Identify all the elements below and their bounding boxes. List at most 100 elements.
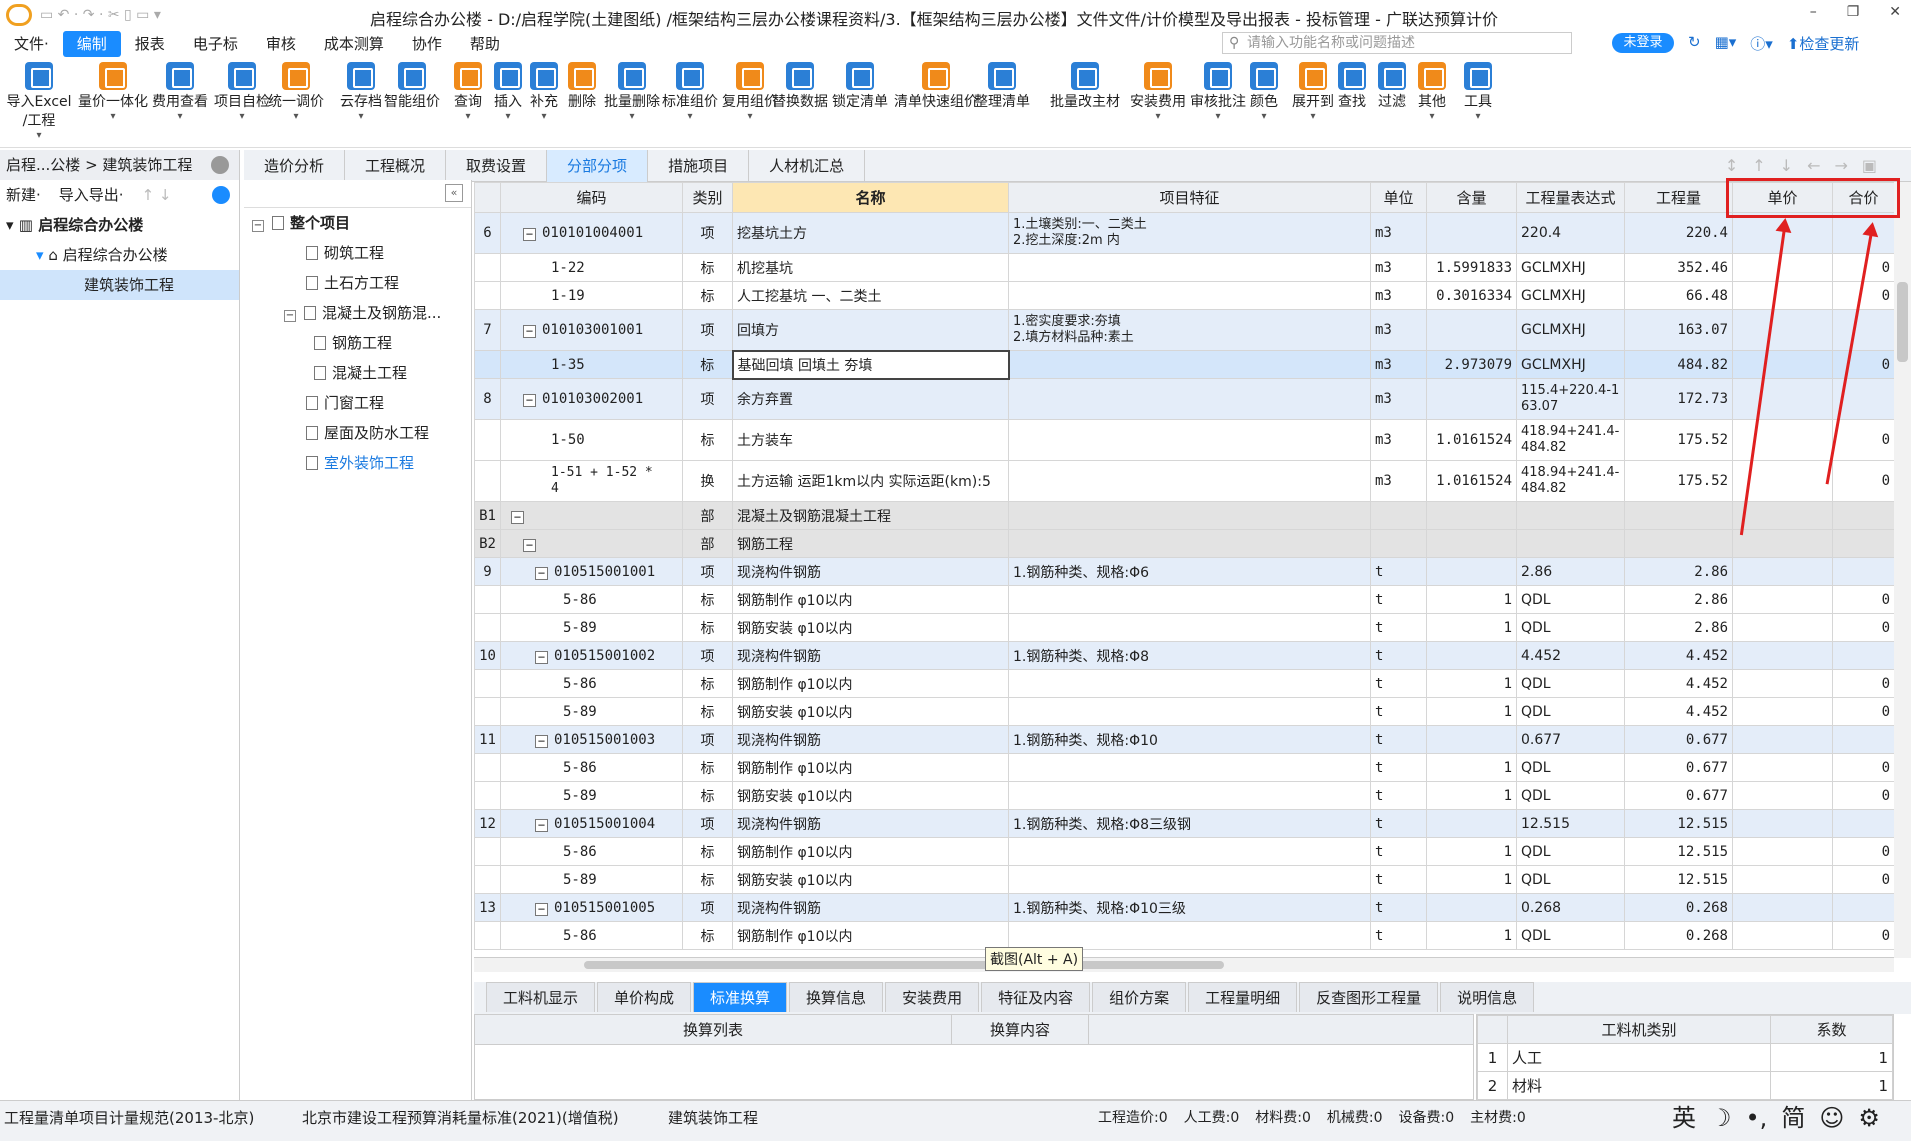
cell-features[interactable] — [1008, 419, 1371, 461]
row-move-icons[interactable]: ↕↑↓←→▣ — [1725, 156, 1891, 175]
apps-icon[interactable]: ▦▾ — [1715, 33, 1737, 54]
table-row[interactable]: 5-86 标 钢筋制作 φ10以内 t 1 QDL 0.268 0 — [474, 921, 1894, 950]
cell-unit-price[interactable] — [1732, 921, 1833, 950]
collapse-pane-icon[interactable]: « — [445, 184, 463, 202]
collapse-icon[interactable]: − — [511, 510, 524, 524]
cell-features[interactable] — [1008, 837, 1371, 866]
tree-item-7[interactable]: 屋面及防水工程 — [244, 418, 471, 448]
bottom-tab-9[interactable]: 说明信息 — [1440, 982, 1535, 1012]
cell-features[interactable] — [1008, 529, 1371, 558]
table-row[interactable]: 5-86 标 钢筋制作 φ10以内 t 1 QDL 2.86 0 — [474, 585, 1894, 614]
cell-unit-price[interactable] — [1732, 253, 1833, 282]
coef-value[interactable]: 1 — [1769, 1071, 1894, 1100]
cell-code[interactable]: −010101004001 — [500, 212, 683, 254]
cell-content[interactable] — [1426, 501, 1517, 530]
cell-quantity-expr[interactable]: QDL — [1516, 613, 1625, 642]
cell-code[interactable]: 1-51 + 1-52 * 4 — [500, 460, 683, 502]
cell-content[interactable]: 1 — [1426, 753, 1517, 782]
ribbon-button-7[interactable]: 查询 ▾ — [448, 62, 488, 122]
cell-quantity-expr[interactable]: QDL — [1516, 697, 1625, 726]
cell-name[interactable]: 机挖基坑 — [732, 253, 1009, 282]
cell-unit[interactable]: m3 — [1370, 350, 1427, 379]
cell-category[interactable]: 标 — [682, 669, 733, 698]
cell-quantity[interactable]: 2.86 — [1624, 585, 1733, 614]
tree-item-8[interactable]: 室外装饰工程 — [244, 448, 471, 478]
cell-code[interactable]: 5-86 — [500, 753, 683, 782]
menu-item-3[interactable]: 电子标 — [179, 31, 252, 57]
restore-icon[interactable]: ❐ — [1847, 4, 1860, 20]
ribbon-button-9[interactable]: 补充 ▾ — [524, 62, 564, 122]
cell-name[interactable]: 钢筋安装 φ10以内 — [732, 781, 1009, 810]
table-row[interactable]: B1 − 部 混凝土及钢筋混凝土工程 — [474, 501, 1894, 530]
cell-unit[interactable]: t — [1370, 809, 1427, 838]
cell-features[interactable] — [1008, 613, 1371, 642]
col-quantity-expr[interactable]: 工程量表达式 — [1516, 182, 1625, 213]
cell-code[interactable]: 5-89 — [500, 781, 683, 810]
cell-unit[interactable]: m3 — [1370, 281, 1427, 310]
tab-2[interactable]: 取费设置 — [446, 150, 548, 182]
cell-content[interactable]: 2.973079 — [1426, 350, 1517, 379]
ribbon-button-10[interactable]: 删除 — [562, 62, 602, 112]
cell-code[interactable]: −010103002001 — [500, 378, 683, 420]
cell-category[interactable]: 项 — [682, 725, 733, 754]
col-name[interactable]: 名称 — [732, 182, 1009, 213]
cell-quantity-expr[interactable] — [1516, 501, 1625, 530]
tab-1[interactable]: 工程概况 — [345, 150, 447, 182]
ribbon-button-17[interactable]: 整理清单 — [968, 62, 1036, 112]
cell-quantity[interactable]: 0.677 — [1624, 725, 1733, 754]
cell-quantity[interactable]: 0.677 — [1624, 781, 1733, 810]
cell-category[interactable]: 标 — [682, 865, 733, 894]
cell-features[interactable] — [1008, 253, 1371, 282]
coef-row[interactable]: 1 人工 1 — [1477, 1043, 1894, 1072]
cell-unit-price[interactable] — [1732, 697, 1833, 726]
cell-total-price[interactable] — [1832, 557, 1894, 586]
cell-name[interactable]: 钢筋制作 φ10以内 — [732, 753, 1009, 782]
cell-unit-price[interactable] — [1732, 281, 1833, 310]
collapse-icon[interactable]: − — [252, 220, 264, 232]
cell-unit-price[interactable] — [1732, 865, 1833, 894]
cell-features[interactable]: 1.钢筋种类、规格:Φ6 — [1008, 557, 1371, 586]
cell-name[interactable]: 现浇构件钢筋 — [732, 641, 1009, 670]
cell-name[interactable]: 现浇构件钢筋 — [732, 557, 1009, 586]
scroll-thumb[interactable] — [1897, 282, 1908, 362]
cell-content[interactable]: 1.0161524 — [1426, 419, 1517, 461]
move-arrows-icon[interactable]: ↑ ↓ — [142, 180, 172, 210]
ribbon-button-21[interactable]: 颜色 ▾ — [1244, 62, 1284, 122]
table-row[interactable]: 5-89 标 钢筋安装 φ10以内 t 1 QDL 0.677 0 — [474, 781, 1894, 810]
collapse-icon[interactable]: − — [535, 818, 548, 832]
cell-unit[interactable] — [1370, 501, 1427, 530]
table-row[interactable]: 10−010515001002 项现浇构件钢筋 1.钢筋种类、规格:Φ8 t 4.452… — [474, 641, 1894, 670]
cell-content[interactable]: 1 — [1426, 865, 1517, 894]
cell-quantity-expr[interactable] — [1516, 529, 1625, 558]
close-icon[interactable]: ✕ — [1889, 4, 1901, 20]
table-row[interactable]: 11−010515001003 项现浇构件钢筋 1.钢筋种类、规格:Φ10 t 0.67… — [474, 725, 1894, 754]
col-unit[interactable]: 单位 — [1370, 182, 1427, 213]
cell-total-price[interactable] — [1832, 501, 1894, 530]
col-category[interactable]: 类别 — [682, 182, 733, 213]
cell-category[interactable]: 标 — [682, 281, 733, 310]
collapse-icon[interactable]: − — [284, 310, 296, 322]
cell-quantity[interactable]: 12.515 — [1624, 809, 1733, 838]
ribbon-button-4[interactable]: 统一调价 ▾ — [262, 62, 330, 122]
cell-content[interactable]: 1.5991833 — [1426, 253, 1517, 282]
bottom-tab-0[interactable]: 工料机显示 — [486, 982, 596, 1012]
cell-category[interactable]: 项 — [682, 809, 733, 838]
cell-quantity-expr[interactable]: QDL — [1516, 669, 1625, 698]
cell-name[interactable]: 现浇构件钢筋 — [732, 725, 1009, 754]
cell-name[interactable]: 人工挖基坑 一、二类土 — [732, 281, 1009, 310]
cell-content[interactable]: 1 — [1426, 921, 1517, 950]
cell-name[interactable]: 混凝土及钢筋混凝土工程 — [732, 501, 1009, 530]
cell-name[interactable]: 余方弃置 — [732, 378, 1009, 420]
cell-unit-price[interactable] — [1732, 419, 1833, 461]
ribbon-button-0[interactable]: 导入Excel/工程 ▾ — [6, 62, 72, 141]
cell-total-price[interactable]: 0 — [1832, 585, 1894, 614]
ime-icon-3[interactable]: 简 — [1781, 1101, 1805, 1135]
cell-quantity[interactable]: 352.46 — [1624, 253, 1733, 282]
cell-quantity-expr[interactable]: QDL — [1516, 865, 1625, 894]
cell-category[interactable]: 标 — [682, 837, 733, 866]
ribbon-button-18[interactable]: 批量改主材 — [1044, 62, 1126, 112]
bottom-tab-4[interactable]: 安装费用 — [885, 982, 980, 1012]
cell-quantity[interactable]: 163.07 — [1624, 309, 1733, 351]
cell-total-price[interactable] — [1832, 309, 1894, 351]
cell-unit[interactable] — [1370, 529, 1427, 558]
